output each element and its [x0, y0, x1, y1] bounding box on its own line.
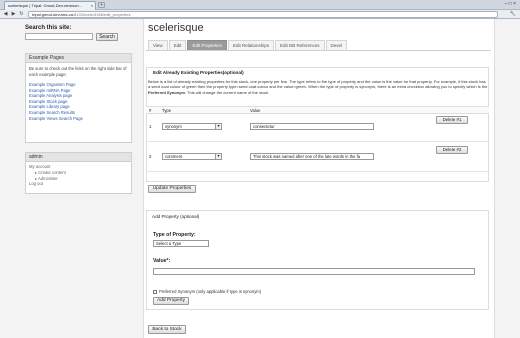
- description-text: Below is a list of already existing prop…: [148, 79, 488, 90]
- preferred-synonym-label: Preferred Synonym (only applicable if ty…: [159, 289, 262, 294]
- new-value-input[interactable]: [153, 268, 475, 275]
- tabs-divider: [146, 50, 491, 51]
- reload-icon[interactable]: ↻: [18, 11, 25, 18]
- search-title: Search this site:: [25, 25, 72, 31]
- url-host: tripal.gmod-dev.aixs.ca: [32, 12, 73, 17]
- search-button[interactable]: Search: [96, 33, 118, 41]
- table-row: 2 comment ▼ This stock was named after on…: [146, 144, 489, 172]
- row-number: 1: [149, 124, 152, 129]
- browser-tab[interactable]: scelerisque | Tripal: Gmod-Dev.clemson..…: [4, 1, 96, 10]
- column-header-value: Value: [250, 108, 261, 113]
- tab-devel[interactable]: Devel: [325, 40, 348, 50]
- window-controls[interactable]: – □ ×: [505, 1, 517, 7]
- close-icon[interactable]: ×: [91, 2, 93, 10]
- back-to-stock-button[interactable]: Back to Stock: [148, 325, 186, 334]
- properties-table-header: # Type Value: [146, 106, 489, 114]
- tab-edit[interactable]: Edit: [168, 40, 187, 50]
- delete-row-button[interactable]: Delete #2: [436, 146, 468, 154]
- new-type-select[interactable]: Select a Type: [153, 240, 209, 247]
- edit-properties-description: Below is a list of already existing prop…: [148, 79, 488, 95]
- node-tabs: View Edit Edit Properties Edit Relationship…: [148, 40, 348, 50]
- wrench-icon[interactable]: 🔧: [510, 11, 516, 17]
- type-select[interactable]: synonym ▼: [162, 123, 222, 130]
- type-select-value: comment: [165, 154, 183, 159]
- add-property-legend: Add Property (optional): [152, 214, 200, 219]
- tab-edit-properties[interactable]: Edit Properties: [187, 40, 227, 50]
- table-row: 1 synonym ▼ consectetur Delete #1: [146, 114, 489, 142]
- column-header-type: Type: [162, 108, 172, 113]
- delete-row-button[interactable]: Delete #1: [436, 116, 468, 124]
- browser-tab-title: scelerisque | Tripal: Gmod-Dev.clemson..…: [8, 3, 82, 8]
- admin-link-label: Administer: [38, 175, 58, 181]
- admin-link-logout[interactable]: Log out: [29, 181, 128, 187]
- add-property-button[interactable]: Add Property: [153, 297, 189, 305]
- example-pages-title: Example Pages: [26, 54, 131, 63]
- address-toolbar: ◀ ▶ ↻ tripal.gmod-dev.aixs.ca/8133/node/…: [0, 10, 520, 19]
- type-select-value: synonym: [165, 124, 182, 129]
- chevron-down-icon: ▼: [215, 124, 221, 129]
- tab-edit-relationships[interactable]: Edit Relationships: [227, 40, 274, 50]
- admin-link-label: Create content: [38, 169, 66, 175]
- new-tab-button[interactable]: +: [98, 2, 105, 8]
- back-icon[interactable]: ◀: [2, 11, 9, 18]
- admin-title: admin: [26, 153, 131, 162]
- type-of-property-label: Type of Property:: [153, 232, 196, 238]
- example-link-views-search[interactable]: Example Views Search Page: [29, 116, 128, 122]
- preferred-synonym-row: Preferred Synonym (only applicable if ty…: [153, 289, 261, 294]
- column-header-number: #: [149, 108, 152, 113]
- value-label: Value*:: [153, 258, 171, 264]
- search-input[interactable]: [25, 33, 93, 40]
- url-input[interactable]: tripal.gmod-dev.aixs.ca/8133/node/3186/e…: [28, 11, 498, 18]
- type-select[interactable]: comment ▼: [162, 153, 222, 160]
- description-text-end: . This will change the current name of t…: [184, 89, 270, 95]
- forward-icon[interactable]: ▶: [10, 11, 17, 18]
- value-input[interactable]: consectetur: [250, 123, 374, 130]
- description-emphasis: Preferred Synonym: [148, 89, 185, 95]
- edit-properties-legend: Edit Already Existing Properties(optiona…: [153, 70, 244, 75]
- url-path: /8133/node/3186/edit_properties: [72, 12, 131, 17]
- row-number: 2: [149, 154, 152, 159]
- tab-view[interactable]: View: [148, 40, 168, 50]
- example-intro: Be sure to check out the links on the ri…: [29, 66, 127, 77]
- admin-block: admin My account ▸ Create content ▸ Admi…: [25, 152, 132, 194]
- update-properties-button[interactable]: Update Properties: [148, 185, 196, 193]
- browser-tab-strip: scelerisque | Tripal: Gmod-Dev.clemson..…: [0, 0, 520, 10]
- chevron-down-icon: ▼: [215, 154, 221, 159]
- page-title: scelerisque: [148, 22, 204, 34]
- search-block: Search this site: Search: [25, 25, 130, 41]
- add-property-fieldset: [146, 210, 489, 310]
- value-input[interactable]: This stock was named after one of the la…: [250, 153, 374, 160]
- preferred-synonym-checkbox[interactable]: [153, 289, 157, 294]
- tab-edit-db-references[interactable]: Edit DB References: [275, 40, 325, 50]
- example-pages-block: Example Pages Be sure to check out the l…: [25, 53, 132, 143]
